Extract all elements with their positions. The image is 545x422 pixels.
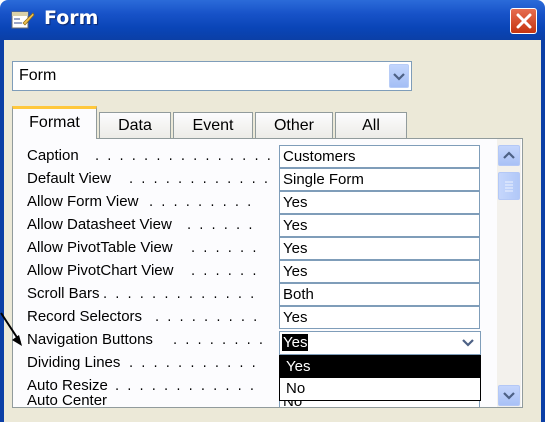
property-value: Yes: [283, 263, 308, 280]
scroll-thumb[interactable]: [498, 172, 520, 200]
tab-data[interactable]: Data: [99, 112, 171, 139]
property-value-field[interactable]: Customers: [279, 145, 480, 168]
property-value: Both: [283, 286, 314, 303]
tab-all-label: All: [362, 117, 380, 134]
property-label: Allow Form View: [27, 193, 139, 210]
property-label: Allow PivotChart View: [27, 262, 174, 279]
navigation-buttons-combo[interactable]: Yes: [279, 331, 481, 355]
arrow-pointer-icon: [0, 312, 22, 346]
tab-other[interactable]: Other: [255, 112, 333, 139]
property-label: Navigation Buttons: [27, 331, 153, 348]
object-selector-combo[interactable]: Form: [12, 61, 412, 91]
property-leader-dots: . . . . . . . . . . . .: [115, 379, 257, 394]
property-leader-dots: . . . . . . . . . . . . .: [103, 287, 257, 302]
chevron-down-icon: [503, 392, 515, 400]
property-row[interactable]: Allow PivotChart View . . . . . . Yes: [13, 260, 493, 283]
tab-event[interactable]: Event: [173, 112, 253, 139]
object-selector-value: Form: [19, 67, 57, 84]
tab-other-label: Other: [273, 117, 314, 134]
property-value: Yes: [283, 217, 308, 234]
property-value-field[interactable]: Yes: [279, 191, 480, 214]
property-value-field[interactable]: Both: [279, 283, 480, 306]
property-row[interactable]: Caption . . . . . . . . . . . . . . . Cu…: [13, 145, 493, 168]
form-properties-window: Form Form Format Data Event Other All Ca…: [0, 0, 545, 422]
object-selector-dropdown-button[interactable]: [389, 64, 409, 88]
property-value-field[interactable]: Single Form: [279, 168, 480, 191]
property-value-field[interactable]: Yes: [279, 306, 480, 329]
property-row[interactable]: Allow PivotTable View . . . . . . Yes: [13, 237, 493, 260]
property-value: Yes: [283, 194, 308, 211]
property-value-field[interactable]: Yes: [279, 237, 480, 260]
property-label: Auto Center: [27, 392, 108, 408]
property-row[interactable]: Allow Datasheet View . . . . . . Yes: [13, 214, 493, 237]
property-label: Record Selectors: [27, 308, 143, 325]
property-value-field[interactable]: Yes: [279, 214, 480, 237]
property-label: Allow PivotTable View: [27, 239, 173, 256]
chevron-down-icon: [393, 73, 405, 81]
property-leader-dots: . . . . . .: [191, 241, 259, 256]
property-label: Default View: [27, 170, 111, 187]
property-label: Scroll Bars: [27, 285, 100, 302]
vertical-scrollbar[interactable]: [497, 139, 521, 407]
property-label: Allow Datasheet View: [27, 216, 172, 233]
tab-format[interactable]: Format: [12, 106, 97, 139]
property-row[interactable]: Scroll Bars . . . . . . . . . . . . . Bo…: [13, 283, 493, 306]
property-leader-dots: . . . . . . . .: [173, 333, 265, 348]
property-leader-dots: . . . . . . . . . . . .: [129, 172, 271, 187]
navigation-buttons-value: Yes: [282, 334, 309, 351]
title-bar[interactable]: Form: [0, 0, 545, 40]
property-leader-dots: . . . . . . . . . . .: [129, 356, 258, 371]
dropdown-option-no[interactable]: No: [280, 378, 480, 400]
property-value-field[interactable]: Yes: [279, 260, 480, 283]
navigation-buttons-dropdown-list: Yes No: [279, 355, 481, 401]
property-leader-dots: . . . . . . . . .: [155, 310, 260, 325]
scroll-down-button[interactable]: [498, 385, 520, 406]
grip-icon: [505, 181, 513, 192]
window-title: Form: [44, 7, 99, 29]
property-label: Caption: [27, 147, 79, 164]
scroll-up-button[interactable]: [498, 145, 520, 166]
property-value: Customers: [283, 148, 356, 165]
tab-event-label: Event: [192, 117, 234, 134]
property-leader-dots: . . . . . .: [191, 264, 259, 279]
close-button[interactable]: [510, 8, 537, 34]
property-value: Yes: [283, 240, 308, 257]
chevron-down-icon[interactable]: [459, 335, 477, 351]
property-value: Yes: [283, 309, 308, 326]
property-row[interactable]: Default View . . . . . . . . . . . . Sin…: [13, 168, 493, 191]
tab-format-label: Format: [29, 114, 80, 131]
property-leader-dots: . . . . . .: [187, 218, 255, 233]
property-label: Dividing Lines: [27, 354, 121, 371]
dropdown-option-yes[interactable]: Yes: [280, 356, 480, 378]
chevron-up-icon: [503, 151, 515, 159]
property-value: Single Form: [283, 171, 364, 188]
property-leader-dots: . . . . . . . . .: [149, 195, 254, 210]
tab-all[interactable]: All: [335, 112, 407, 139]
tab-data-label: Data: [118, 117, 152, 134]
property-leader-dots: . . . . . . . . . . . . . . .: [95, 149, 273, 164]
close-icon: [516, 13, 532, 29]
property-row[interactable]: Allow Form View . . . . . . . . . Yes: [13, 191, 493, 214]
property-row[interactable]: Record Selectors . . . . . . . . . Yes: [13, 306, 493, 329]
form-properties-icon: [11, 11, 35, 29]
